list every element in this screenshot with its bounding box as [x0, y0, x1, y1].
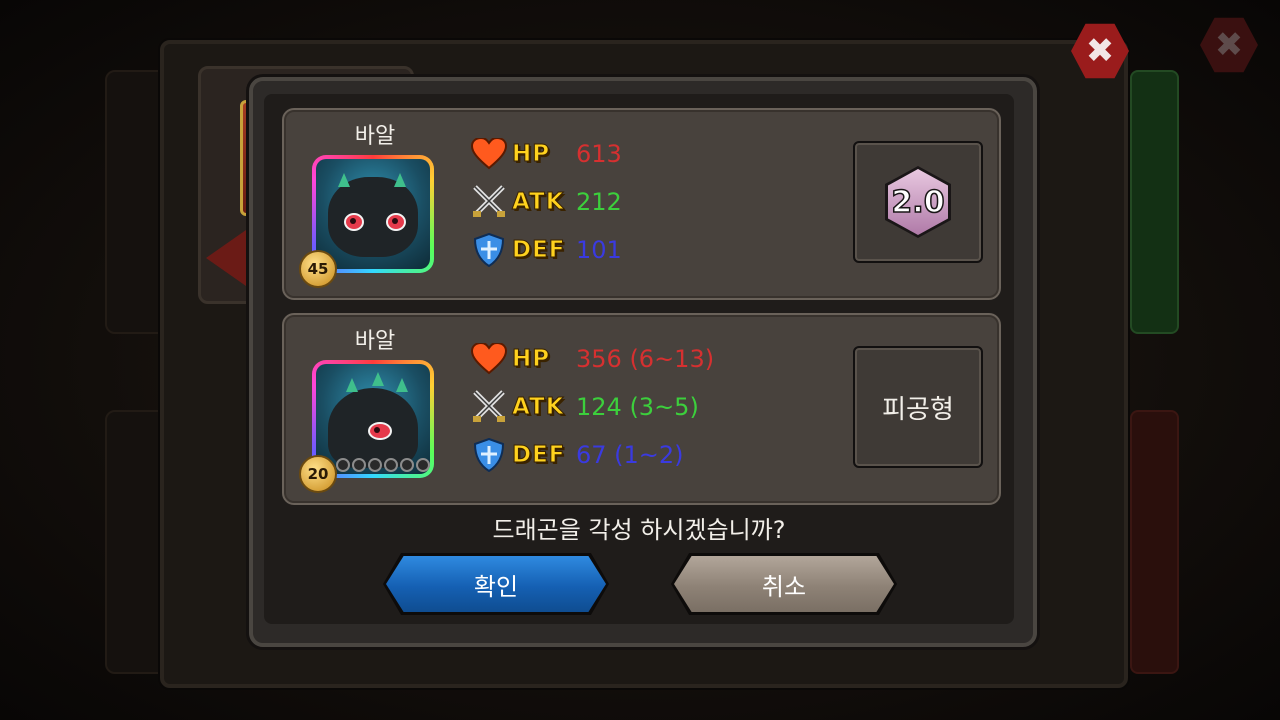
confirm-button[interactable]: 확인	[386, 556, 606, 612]
atk-row: ATK 124 (3~5)	[470, 389, 699, 425]
background-panel-right	[1130, 70, 1179, 334]
atk-label: ATK	[512, 189, 565, 216]
atk-value: 124 (3~5)	[576, 393, 699, 421]
dragon-name: 바알	[354, 124, 396, 149]
close-icon: ✖	[1085, 31, 1115, 71]
grade-hex-icon: 2.0	[885, 166, 951, 238]
grade-box: 2.0	[853, 141, 983, 263]
dragon-eye	[386, 213, 406, 231]
def-row: DEF 67 (1~2)	[470, 437, 684, 473]
empty-star-slot	[416, 458, 430, 472]
atk-row: ATK 212	[470, 184, 622, 220]
dragon-eye	[344, 213, 364, 231]
empty-star-slot	[400, 458, 414, 472]
heart-icon	[470, 136, 508, 172]
dragon-name: 바알	[354, 329, 396, 354]
empty-star-slot	[336, 458, 350, 472]
awaken-question: 드래곤을 각성 하시겠습니까?	[492, 516, 786, 544]
def-value: 101	[576, 236, 622, 264]
type-box: 피공형	[853, 346, 983, 468]
crossed-swords-icon	[470, 184, 508, 220]
background-panel-right	[1130, 410, 1179, 674]
empty-star-slot	[384, 458, 398, 472]
empty-star-slot	[368, 458, 382, 472]
dragon-art	[316, 159, 430, 269]
def-label: DEF	[512, 442, 566, 469]
grade-value: 2.0	[891, 184, 946, 221]
cancel-button[interactable]: 취소	[674, 556, 894, 612]
shield-icon	[470, 437, 508, 473]
hp-value: 613	[576, 140, 622, 168]
background-left-arrow	[206, 230, 246, 286]
def-value: 67 (1~2)	[576, 441, 684, 469]
awaken-star-slots	[336, 458, 430, 472]
hp-row: HP 356 (6~13)	[470, 341, 714, 377]
level-badge: 20	[299, 455, 337, 493]
shield-icon	[470, 232, 508, 268]
atk-label: ATK	[512, 394, 565, 421]
crossed-swords-icon	[470, 389, 508, 425]
level-badge: 45	[299, 250, 337, 288]
def-label: DEF	[512, 237, 566, 264]
hp-value: 356 (6~13)	[576, 345, 715, 373]
heart-icon	[470, 341, 508, 377]
dragon-eye	[368, 422, 392, 440]
def-row: DEF 101	[470, 232, 622, 268]
hp-label: HP	[512, 141, 551, 168]
dragon-type: 피공형	[882, 394, 954, 425]
hp-row: HP 613	[470, 136, 622, 172]
empty-star-slot	[352, 458, 366, 472]
atk-value: 212	[576, 188, 622, 216]
hp-label: HP	[512, 346, 551, 373]
